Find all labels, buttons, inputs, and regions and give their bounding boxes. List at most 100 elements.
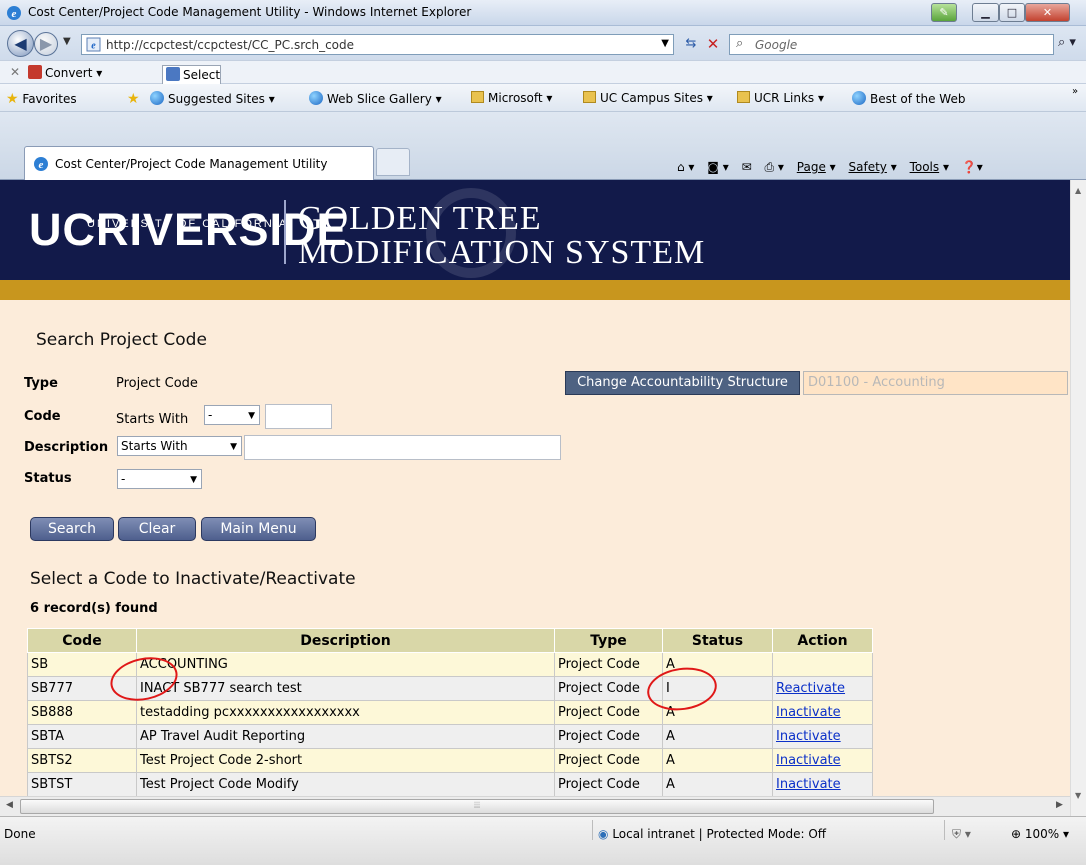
stop-icon[interactable]: ✕: [702, 34, 724, 55]
zoom-level[interactable]: ⊕ 100% ▾: [1011, 827, 1069, 841]
select-label: Select: [183, 68, 221, 82]
search-button[interactable]: Search: [30, 517, 114, 541]
gold-stripe: [0, 280, 1070, 300]
main-menu-button[interactable]: Main Menu: [201, 517, 316, 541]
cell-action: [772, 652, 873, 677]
scroll-right-icon[interactable]: ▶: [1056, 800, 1063, 810]
tab-active[interactable]: e Cost Center/Project Code Management Ut…: [24, 146, 374, 180]
cell-type: Project Code: [554, 676, 663, 701]
mail-icon[interactable]: ✉: [742, 160, 752, 174]
results-table: Code Description Type Status Action SB A…: [27, 628, 873, 796]
print-icon[interactable]: ⎙ ▾: [765, 160, 784, 174]
close-toolbar-icon[interactable]: ✕: [10, 65, 20, 79]
favorites-label: Favorites: [22, 92, 77, 106]
search-box[interactable]: ⌕ Google: [729, 34, 1054, 55]
cell-code: SBTA: [27, 724, 137, 749]
table-row: SBTS2 Test Project Code 2-short Project …: [27, 748, 873, 773]
code-input[interactable]: [265, 404, 332, 429]
browser-window: e Cost Center/Project Code Management Ut…: [0, 0, 1086, 865]
favorites-button[interactable]: ★ Favorites: [6, 91, 77, 107]
convert-label: Convert: [45, 66, 93, 80]
change-accountability-button[interactable]: Change Accountability Structure: [565, 371, 800, 395]
tab-tools: ⌂ ▾ ◙ ▾ ✉ ⎙ ▾ Page ▾ Safety ▾ Tools ▾ ❓▾: [668, 160, 983, 175]
new-tab-button[interactable]: [376, 148, 410, 176]
inactivate-link[interactable]: Inactivate: [776, 705, 841, 720]
fav-uc-campus-sites[interactable]: UC Campus Sites ▾: [583, 91, 713, 105]
close-button[interactable]: ✕: [1025, 3, 1070, 22]
convert-menu[interactable]: Convert ▾: [28, 65, 102, 80]
back-button[interactable]: ◀: [7, 30, 34, 57]
history-dropdown-icon[interactable]: ▼: [63, 36, 71, 47]
home-icon[interactable]: ⌂ ▾: [677, 160, 694, 174]
fav-best-of-the-web[interactable]: Best of the Web: [852, 91, 965, 106]
protected-mode-icon[interactable]: ⛨ ▾: [952, 827, 971, 842]
description-operator-select[interactable]: Starts With ▼: [117, 436, 242, 456]
column-header-description: Description: [136, 628, 555, 653]
fav-suggested-sites[interactable]: Suggested Sites ▾: [150, 91, 275, 106]
description-input[interactable]: [244, 435, 561, 460]
clear-button[interactable]: Clear: [118, 517, 196, 541]
security-zone[interactable]: ◉ Local intranet | Protected Mode: Off: [598, 827, 826, 841]
header-banner: UNIVERSITY OF CALIFORNIA UCRIVERSIDE GOL…: [0, 180, 1070, 280]
code-operator-select[interactable]: - ▼: [204, 405, 260, 425]
university-label: UNIVERSITY OF CALIFORNIA: [87, 218, 289, 230]
status-label: Status: [24, 471, 72, 486]
inactivate-link[interactable]: Inactivate: [776, 777, 841, 792]
cell-action: Inactivate: [772, 700, 873, 725]
tools-menu[interactable]: Tools ▾: [910, 160, 949, 174]
chevron-down-icon[interactable]: ▼: [661, 38, 669, 49]
fav-microsoft[interactable]: Microsoft ▾: [471, 91, 552, 105]
reactivate-link[interactable]: Reactivate: [776, 681, 845, 696]
ie-icon: [852, 91, 866, 105]
inactivate-link[interactable]: Inactivate: [776, 729, 841, 744]
search-button[interactable]: ⌕ ▾: [1058, 35, 1076, 50]
status-select[interactable]: - ▼: [117, 469, 202, 489]
fav-web-slice-gallery[interactable]: Web Slice Gallery ▾: [309, 91, 442, 106]
select-icon: [166, 67, 180, 81]
scroll-up-icon[interactable]: ▲: [1075, 186, 1081, 195]
column-header-status: Status: [662, 628, 773, 653]
title-bar: e Cost Center/Project Code Management Ut…: [0, 0, 1086, 26]
safety-menu[interactable]: Safety ▾: [849, 160, 897, 174]
cell-type: Project Code: [554, 652, 663, 677]
signal-icon[interactable]: ✎: [931, 3, 957, 22]
select-button[interactable]: Select: [162, 65, 222, 85]
feeds-icon[interactable]: ◙ ▾: [707, 160, 728, 174]
help-icon[interactable]: ❓▾: [962, 160, 983, 174]
zoom-icon: ⊕: [1011, 827, 1022, 841]
scroll-left-icon[interactable]: ◀: [6, 800, 13, 810]
inactivate-link[interactable]: Inactivate: [776, 753, 841, 768]
chevron-down-icon: ▼: [248, 411, 255, 421]
table-row: SBTA AP Travel Audit Reporting Project C…: [27, 724, 873, 749]
folder-icon: [471, 91, 484, 103]
search-heading: Search Project Code: [36, 330, 207, 350]
page-menu[interactable]: Page ▾: [797, 160, 836, 174]
cell-description: testadding pcxxxxxxxxxxxxxxxxx: [136, 700, 555, 725]
page-icon: e: [86, 37, 101, 52]
command-bar: ✕ Convert ▾ Select: [0, 60, 1086, 85]
address-field[interactable]: e http://ccpctest/ccpctest/CC_PC.srch_co…: [81, 34, 674, 55]
folder-icon: [737, 91, 750, 103]
minimize-button[interactable]: ▁: [972, 3, 999, 22]
folder-icon: [583, 91, 596, 103]
more-chevron-icon[interactable]: »: [1072, 86, 1078, 97]
status-bar: Done ◉ Local intranet | Protected Mode: …: [0, 816, 1086, 865]
accountability-value-field: D01100 - Accounting: [803, 371, 1068, 395]
globe-icon: ◉: [598, 827, 609, 841]
vertical-scrollbar[interactable]: ▲ ▼: [1070, 180, 1086, 816]
svg-text:e: e: [39, 159, 44, 171]
scroll-thumb[interactable]: ⦙⦙⦙: [20, 799, 934, 814]
fav-ucr-links[interactable]: UCR Links ▾: [737, 91, 824, 105]
column-header-type: Type: [554, 628, 663, 653]
refresh-icon[interactable]: ⇆: [680, 34, 702, 55]
window-title: Cost Center/Project Code Management Util…: [28, 5, 472, 19]
cell-code: SBTST: [27, 772, 137, 796]
maximize-button[interactable]: □: [999, 3, 1025, 22]
system-title-line1: GOLDEN TREE: [298, 200, 542, 237]
horizontal-scrollbar[interactable]: ◀ ⦙⦙⦙ ▶: [0, 796, 1070, 816]
forward-button[interactable]: ▶: [34, 32, 58, 56]
cell-code: SB888: [27, 700, 137, 725]
scroll-down-icon[interactable]: ▼: [1075, 791, 1081, 800]
chevron-down-icon: ▼: [230, 442, 237, 452]
add-favorite-icon[interactable]: ★: [127, 91, 140, 107]
